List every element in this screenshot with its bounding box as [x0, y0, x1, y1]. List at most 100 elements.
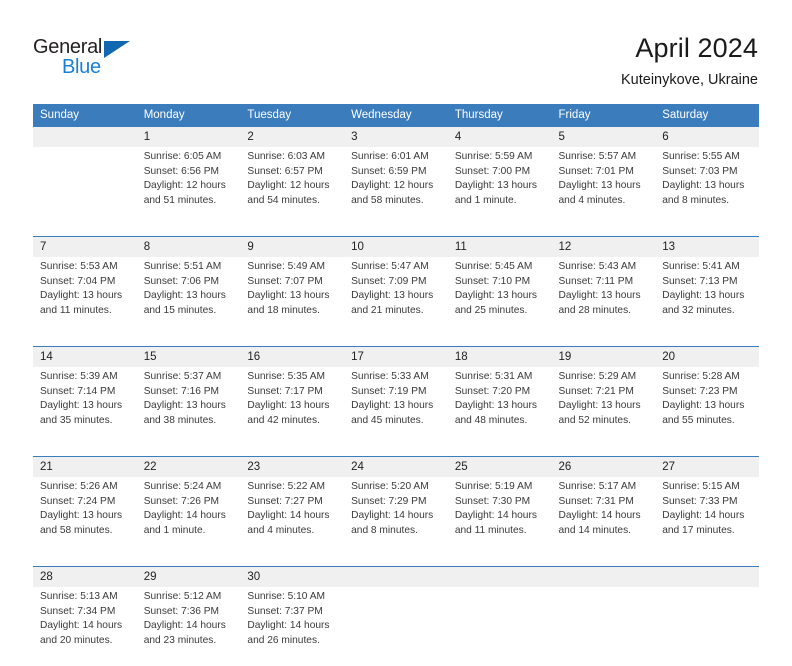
day-sunset-line: Sunset: 7:17 PM	[247, 385, 323, 397]
day-number-cell[interactable]: 12	[551, 237, 656, 257]
week-daynumber-row: 28 29 30	[33, 567, 759, 587]
day-daylight-line: and 1 minute.	[143, 524, 206, 536]
day-number-cell[interactable]: 13	[655, 237, 759, 257]
day-detail-cell: Sunrise: 5:47 AM Sunset: 7:09 PM Daylight:…	[344, 257, 448, 336]
day-number-cell[interactable]: 11	[447, 237, 552, 257]
day-sunrise-line: Sunrise: 5:12 AM	[143, 591, 222, 602]
weekday-header-thursday: Thursday	[447, 104, 552, 127]
day-number-cell[interactable]: 22	[136, 457, 241, 477]
day-sunrise-line: Sunrise: 5:35 AM	[247, 371, 325, 382]
day-number-cell[interactable]: 18	[447, 347, 552, 367]
day-number-cell[interactable]: 6	[655, 127, 759, 147]
day-daylight-line: and 11 minutes.	[454, 524, 527, 536]
day-sunset-line: Sunset: 7:19 PM	[351, 385, 427, 397]
day-number-empty	[344, 567, 448, 587]
day-daylight-line: and 51 minutes.	[143, 194, 217, 206]
day-sunset-line: Sunset: 7:26 PM	[143, 495, 220, 507]
day-sunrise-line: Sunrise: 5:57 AM	[558, 151, 637, 162]
day-sunrise-line: Sunrise: 5:20 AM	[351, 481, 429, 492]
day-number-cell[interactable]: 28	[33, 567, 137, 587]
day-sunrise-line: Sunrise: 5:10 AM	[247, 591, 325, 602]
day-number-cell[interactable]: 16	[240, 347, 345, 367]
day-daylight-line: Daylight: 14 hours	[662, 510, 745, 522]
day-number-cell[interactable]: 8	[136, 237, 241, 257]
day-number-cell[interactable]: 24	[344, 457, 448, 477]
day-number-cell[interactable]: 29	[136, 567, 241, 587]
day-detail-cell: Sunrise: 5:24 AM Sunset: 7:26 PM Daylight:…	[136, 477, 241, 556]
day-sunrise-line: Sunrise: 5:17 AM	[558, 481, 637, 492]
day-daylight-line: and 38 minutes.	[143, 414, 217, 426]
day-number-cell[interactable]: 14	[33, 347, 137, 367]
day-number-cell[interactable]: 20	[655, 347, 759, 367]
day-daylight-line: and 20 minutes.	[40, 634, 113, 646]
day-number-cell[interactable]: 27	[655, 457, 759, 477]
day-daylight-line: and 11 minutes.	[40, 304, 112, 316]
day-number-cell[interactable]: 17	[344, 347, 448, 367]
day-number-cell[interactable]: 3	[344, 127, 448, 147]
day-detail-cell: Sunrise: 5:29 AM Sunset: 7:21 PM Daylight:…	[551, 367, 656, 446]
day-daylight-line: Daylight: 14 hours	[351, 510, 434, 522]
day-detail-cell: Sunrise: 5:49 AM Sunset: 7:07 PM Daylight:…	[240, 257, 345, 336]
day-daylight-line: and 55 minutes.	[662, 414, 735, 426]
day-number-cell[interactable]: 1	[136, 127, 241, 147]
day-daylight-line: and 21 minutes.	[351, 304, 424, 316]
weekday-header-row: Sunday Monday Tuesday Wednesday Thursday…	[33, 104, 759, 127]
day-number-cell[interactable]: 4	[447, 127, 552, 147]
weekday-header-sunday: Sunday	[33, 104, 137, 127]
day-sunrise-line: Sunrise: 5:47 AM	[351, 261, 429, 272]
week-detail-row: Sunrise: 5:26 AM Sunset: 7:24 PM Daylight:…	[33, 477, 759, 556]
day-detail-cell: Sunrise: 5:45 AM Sunset: 7:10 PM Daylight:…	[447, 257, 552, 336]
day-daylight-line: and 8 minutes.	[662, 194, 730, 206]
day-sunset-line: Sunset: 7:07 PM	[247, 275, 323, 287]
day-sunset-line: Sunset: 7:24 PM	[40, 495, 116, 507]
day-daylight-line: Daylight: 13 hours	[558, 180, 641, 192]
day-daylight-line: Daylight: 13 hours	[454, 400, 537, 412]
day-detail-cell: Sunrise: 5:31 AM Sunset: 7:20 PM Daylight:…	[447, 367, 552, 446]
day-sunset-line: Sunset: 7:06 PM	[143, 275, 220, 287]
page-header: General Blue April 2024 Kuteinykove, Ukr…	[0, 0, 792, 104]
day-detail-cell: Sunrise: 5:51 AM Sunset: 7:06 PM Daylight:…	[136, 257, 241, 336]
weekday-header-friday: Friday	[551, 104, 656, 127]
day-daylight-line: and 32 minutes.	[662, 304, 735, 316]
day-number-cell[interactable]: 26	[551, 457, 656, 477]
day-sunrise-line: Sunrise: 5:24 AM	[143, 481, 222, 492]
title-block: April 2024 Kuteinykove, Ukraine	[621, 32, 758, 90]
day-sunrise-line: Sunrise: 5:22 AM	[247, 481, 325, 492]
calendar-weekday-header: Sunday Monday Tuesday Wednesday Thursday…	[33, 104, 759, 127]
day-sunset-line: Sunset: 7:31 PM	[558, 495, 634, 507]
day-sunset-line: Sunset: 6:57 PM	[247, 165, 323, 177]
day-detail-cell: Sunrise: 5:41 AM Sunset: 7:13 PM Daylight:…	[655, 257, 759, 336]
day-number-cell[interactable]: 10	[344, 237, 448, 257]
day-number-cell[interactable]: 21	[33, 457, 137, 477]
day-number-cell[interactable]: 19	[551, 347, 656, 367]
day-number-cell[interactable]: 25	[447, 457, 552, 477]
day-number-empty	[655, 567, 759, 587]
day-number-cell[interactable]: 9	[240, 237, 345, 257]
day-number-cell[interactable]: 7	[33, 237, 137, 257]
day-number-cell[interactable]: 5	[551, 127, 656, 147]
day-daylight-line: and 54 minutes.	[247, 194, 320, 206]
day-detail-cell: Sunrise: 5:19 AM Sunset: 7:30 PM Daylight:…	[447, 477, 552, 556]
day-sunset-line: Sunset: 7:04 PM	[40, 275, 116, 287]
day-detail-cell: Sunrise: 6:03 AM Sunset: 6:57 PM Daylight:…	[240, 147, 345, 226]
day-detail-empty	[551, 587, 656, 666]
day-sunrise-line: Sunrise: 5:31 AM	[454, 371, 533, 382]
day-number-cell[interactable]: 15	[136, 347, 241, 367]
day-detail-cell: Sunrise: 5:12 AM Sunset: 7:36 PM Daylight:…	[136, 587, 241, 666]
day-detail-cell: Sunrise: 5:55 AM Sunset: 7:03 PM Daylight:…	[655, 147, 759, 226]
weekday-header-wednesday: Wednesday	[344, 104, 448, 127]
day-detail-cell: Sunrise: 5:20 AM Sunset: 7:29 PM Daylight:…	[344, 477, 448, 556]
day-daylight-line: Daylight: 13 hours	[40, 290, 123, 302]
day-daylight-line: Daylight: 13 hours	[351, 400, 434, 412]
day-number-cell[interactable]: 2	[240, 127, 345, 147]
calendar-body: 1 2 3 4 5 6 Sunrise: 6:05 AM Sunset: 6:56 PM Day…	[33, 127, 759, 666]
week-daynumber-row: 14 15 16 17 18 19 20	[33, 347, 759, 367]
day-daylight-line: and 58 minutes.	[40, 524, 113, 536]
day-daylight-line: and 52 minutes.	[558, 414, 632, 426]
week-daynumber-row: 21 22 23 24 25 26 27	[33, 457, 759, 477]
day-number-cell[interactable]: 23	[240, 457, 345, 477]
logo-text-blue: Blue	[62, 56, 101, 78]
day-number-cell[interactable]: 30	[240, 567, 345, 587]
week-daynumber-row: 7 8 9 10 11 12 13	[33, 237, 759, 257]
day-number-empty	[447, 567, 552, 587]
